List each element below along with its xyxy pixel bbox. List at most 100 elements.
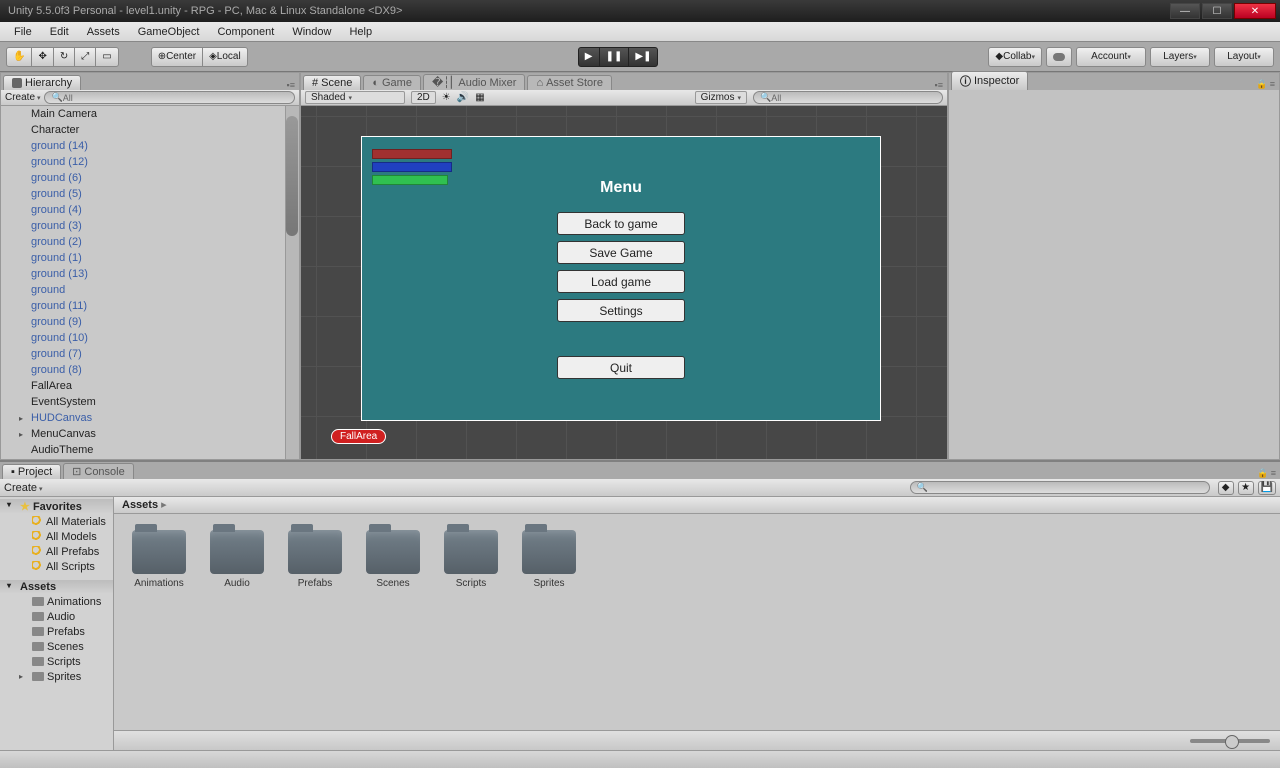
back-to-game-button[interactable]: Back to game bbox=[557, 212, 685, 235]
gizmos-dropdown[interactable]: Gizmos bbox=[695, 91, 747, 104]
layers-dropdown[interactable]: Layers bbox=[1150, 47, 1210, 67]
hierarchy-item[interactable]: FallArea bbox=[1, 378, 299, 394]
fallarea-gizmo[interactable]: FallArea bbox=[331, 429, 386, 444]
hierarchy-create-dropdown[interactable]: Create bbox=[5, 92, 40, 103]
project-tree[interactable]: ★ Favorites All MaterialsAll ModelsAll P… bbox=[0, 497, 114, 750]
assets-header[interactable]: Assets bbox=[0, 580, 113, 594]
cloud-button[interactable] bbox=[1046, 47, 1072, 67]
asset-folder[interactable]: Sprites bbox=[520, 530, 578, 589]
hierarchy-item[interactable]: ground (13) bbox=[1, 266, 299, 282]
favorite-item[interactable]: All Prefabs bbox=[0, 544, 113, 559]
favorite-filter-icon[interactable]: ★ bbox=[1238, 481, 1254, 495]
rotate-tool-icon[interactable]: ↻ bbox=[53, 47, 75, 67]
hierarchy-item[interactable]: ground (2) bbox=[1, 234, 299, 250]
hierarchy-item[interactable]: MenuCanvas bbox=[1, 426, 299, 442]
project-grid[interactable]: Animations Audio Prefabs Scenes Scripts Sprit… bbox=[114, 514, 1280, 730]
maximize-button[interactable]: ☐ bbox=[1202, 3, 1232, 19]
tree-folder-item[interactable]: Scripts bbox=[0, 654, 113, 669]
menu-gameobject[interactable]: GameObject bbox=[130, 24, 208, 40]
pivot-center-button[interactable]: ⊕ Center bbox=[151, 47, 203, 67]
menu-assets[interactable]: Assets bbox=[79, 24, 128, 40]
collab-dropdown[interactable]: ◆ Collab bbox=[988, 47, 1042, 67]
tree-folder-item[interactable]: ▸Sprites bbox=[0, 669, 113, 684]
icon-size-slider[interactable] bbox=[1190, 739, 1270, 743]
hierarchy-item[interactable]: ground (5) bbox=[1, 186, 299, 202]
hierarchy-item[interactable]: ground (8) bbox=[1, 362, 299, 378]
hierarchy-item[interactable]: AudioTheme bbox=[1, 442, 299, 458]
inspector-tab[interactable]: ⓘ Inspector bbox=[951, 71, 1028, 90]
hierarchy-item[interactable]: ground (4) bbox=[1, 202, 299, 218]
console-tab[interactable]: ⊡ Console bbox=[63, 463, 134, 479]
hierarchy-search-input[interactable]: 🔍All bbox=[44, 91, 295, 104]
hand-tool-icon[interactable]: ✋ bbox=[6, 47, 32, 67]
rect-tool-icon[interactable]: ▭ bbox=[95, 47, 118, 67]
settings-button[interactable]: Settings bbox=[557, 299, 685, 322]
project-breadcrumb[interactable]: Assets ▸ bbox=[114, 497, 1280, 514]
fx-icon[interactable]: ▦ bbox=[475, 92, 484, 103]
asset-folder[interactable]: Animations bbox=[130, 530, 188, 589]
lock-icon[interactable]: 🔒 ≡ bbox=[1256, 79, 1275, 90]
hierarchy-item[interactable]: HUDCanvas bbox=[1, 410, 299, 426]
project-search-input[interactable]: 🔍 bbox=[910, 481, 1210, 494]
load-game-button[interactable]: Load game bbox=[557, 270, 685, 293]
hierarchy-item[interactable]: ground (9) bbox=[1, 314, 299, 330]
audio-icon[interactable]: 🔊 bbox=[457, 92, 469, 103]
hierarchy-item[interactable]: ground (11) bbox=[1, 298, 299, 314]
close-button[interactable]: ✕ bbox=[1234, 3, 1276, 19]
tree-folder-item[interactable]: Audio bbox=[0, 609, 113, 624]
menu-file[interactable]: File bbox=[6, 24, 40, 40]
hierarchy-item[interactable]: ground (10) bbox=[1, 330, 299, 346]
project-tab[interactable]: ▪ Project bbox=[2, 464, 61, 479]
quit-button[interactable]: Quit bbox=[557, 356, 685, 379]
project-create-dropdown[interactable]: Create bbox=[4, 482, 43, 494]
hierarchy-scrollbar[interactable] bbox=[285, 106, 299, 459]
lighting-icon[interactable]: ☀ bbox=[442, 92, 451, 103]
game-tab[interactable]: ◐ Game bbox=[363, 75, 421, 90]
lock-icon[interactable]: 🔒 ≡ bbox=[1257, 468, 1276, 479]
hierarchy-item[interactable]: Main Camera bbox=[1, 106, 299, 122]
menu-help[interactable]: Help bbox=[341, 24, 380, 40]
audio-mixer-tab[interactable]: �┆⎜ Audio Mixer bbox=[423, 74, 525, 90]
hierarchy-list[interactable]: Main CameraCharacterground (14) ground (1… bbox=[1, 106, 299, 459]
hierarchy-item[interactable]: ground (7) bbox=[1, 346, 299, 362]
menu-window[interactable]: Window bbox=[284, 24, 339, 40]
scene-viewport[interactable]: Menu Back to game Save Game Load game Se… bbox=[301, 106, 947, 459]
hierarchy-item[interactable]: ground (1) bbox=[1, 250, 299, 266]
2d-toggle[interactable]: 2D bbox=[411, 91, 436, 104]
search-filter-icon[interactable]: ◆ bbox=[1218, 481, 1234, 495]
draw-mode-dropdown[interactable]: Shaded bbox=[305, 91, 405, 104]
favorite-item[interactable]: All Models bbox=[0, 529, 113, 544]
layout-dropdown[interactable]: Layout bbox=[1214, 47, 1274, 67]
asset-folder[interactable]: Audio bbox=[208, 530, 266, 589]
move-tool-icon[interactable]: ✥ bbox=[31, 47, 53, 67]
panel-menu-icon[interactable]: ▪≡ bbox=[287, 80, 295, 90]
asset-store-tab[interactable]: ⌂ Asset Store bbox=[527, 75, 612, 90]
favorite-item[interactable]: All Scripts bbox=[0, 559, 113, 574]
hierarchy-item[interactable]: EventSystem bbox=[1, 394, 299, 410]
panel-menu-icon[interactable]: ▪≡ bbox=[935, 80, 943, 90]
account-dropdown[interactable]: Account bbox=[1076, 47, 1146, 67]
scene-tab[interactable]: # Scene bbox=[303, 75, 361, 90]
hierarchy-item[interactable]: ground (3) bbox=[1, 218, 299, 234]
save-search-icon[interactable]: 💾 bbox=[1258, 481, 1276, 495]
step-button[interactable]: ▶❚ bbox=[628, 47, 658, 67]
scene-search-input[interactable]: 🔍All bbox=[753, 91, 943, 104]
asset-folder[interactable]: Scripts bbox=[442, 530, 500, 589]
hierarchy-item[interactable]: ground (6) bbox=[1, 170, 299, 186]
tree-folder-item[interactable]: Prefabs bbox=[0, 624, 113, 639]
scale-tool-icon[interactable]: ⤢ bbox=[74, 47, 96, 67]
tree-folder-item[interactable]: Scenes bbox=[0, 639, 113, 654]
tree-folder-item[interactable]: Animations bbox=[0, 594, 113, 609]
hierarchy-tab[interactable]: Hierarchy bbox=[3, 75, 81, 90]
pivot-local-button[interactable]: ◈ Local bbox=[202, 47, 248, 67]
hierarchy-item[interactable]: Character bbox=[1, 122, 299, 138]
asset-folder[interactable]: Prefabs bbox=[286, 530, 344, 589]
minimize-button[interactable]: — bbox=[1170, 3, 1200, 19]
hierarchy-item[interactable]: ground (14) bbox=[1, 138, 299, 154]
favorites-header[interactable]: ★ Favorites bbox=[0, 499, 113, 514]
menu-edit[interactable]: Edit bbox=[42, 24, 77, 40]
favorite-item[interactable]: All Materials bbox=[0, 514, 113, 529]
menu-component[interactable]: Component bbox=[209, 24, 282, 40]
asset-folder[interactable]: Scenes bbox=[364, 530, 422, 589]
hierarchy-item[interactable]: ground bbox=[1, 282, 299, 298]
